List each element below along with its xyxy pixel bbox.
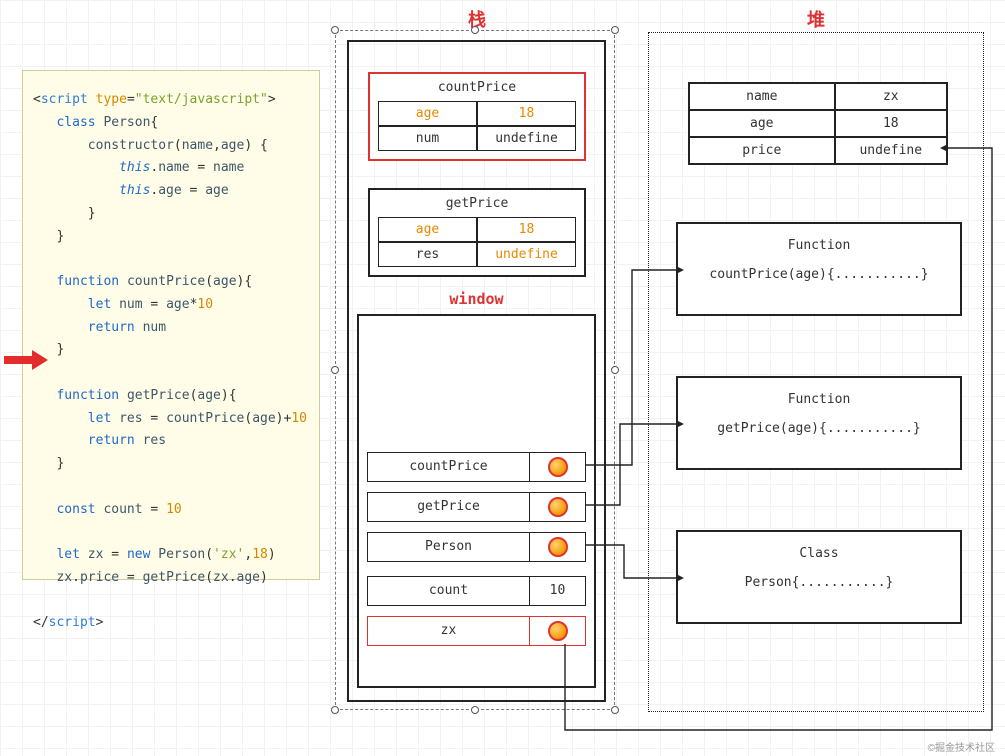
scope-row-getprice: getPrice [367,492,586,522]
window-scope-box: countPrice getPrice Person count 10 zx [357,314,596,688]
heap-box-person-class: Class Person{...........} [676,530,962,624]
var-key: age [378,101,477,126]
var-key: res [378,242,477,267]
var-val: 18 [477,217,576,242]
obj-val: undefine [835,137,947,164]
obj-key: age [689,110,835,137]
heap-box-body: getPrice(age){...........} [686,421,952,436]
scope-var-name: getPrice [368,493,529,521]
scope-row-zx: zx [367,616,586,646]
heap-title: 堆 [648,6,984,32]
reference-dot-icon [548,621,568,641]
code-close-tag: script [49,615,96,630]
scope-row-count: count 10 [367,576,586,606]
obj-val: 18 [835,110,947,137]
selection-handle[interactable] [611,366,619,374]
scope-var-name: zx [368,617,529,645]
code-attr-val: "text/javascript" [135,92,268,107]
scope-ref-cell [529,493,585,521]
stack-frame-title: getPrice [370,190,584,217]
selection-handle[interactable] [471,706,479,714]
scope-ref-cell [529,533,585,561]
heap-box-countprice-fn: Function countPrice(age){...........} [676,222,962,316]
var-val: undefine [477,126,576,151]
selection-handle[interactable] [331,706,339,714]
scope-ref-cell [529,617,585,645]
selection-handle[interactable] [611,706,619,714]
obj-val: zx [835,83,947,110]
reference-dot-icon [548,537,568,557]
scope-var-value: 10 [529,577,585,605]
stack-frame-title: countPrice [370,74,584,101]
scope-var-name: Person [368,533,529,561]
scope-row-countprice: countPrice [367,452,586,482]
heap-object-person: namezx age18 priceundefine [688,82,948,165]
heap-box-title: Function [686,392,952,407]
heap-box-title: Function [686,238,952,253]
selection-handle[interactable] [611,26,619,34]
code-attr: type [96,92,127,107]
selection-handle[interactable] [331,26,339,34]
selection-handle[interactable] [471,26,479,34]
watermark: ©掘金技术社区 [928,739,995,754]
code-panel: <script type="text/javascript"> class Pe… [22,70,320,580]
heap-box-getprice-fn: Function getPrice(age){...........} [676,376,962,470]
scope-ref-cell [529,453,585,481]
window-label: window [347,290,606,308]
scope-var-name: countPrice [368,453,529,481]
heap-box-title: Class [686,546,952,561]
heap-box-body: countPrice(age){...........} [686,267,952,282]
scope-row-person: Person [367,532,586,562]
execution-pointer-arrow [4,352,54,368]
selection-handle[interactable] [331,366,339,374]
var-val: 18 [477,101,576,126]
var-val: undefine [477,242,576,267]
var-key: num [378,126,477,151]
obj-key: price [689,137,835,164]
obj-key: name [689,83,835,110]
reference-dot-icon [548,497,568,517]
stack-frame-countprice: countPrice age 18 num undefine [368,72,586,161]
stack-frame-getprice: getPrice age 18 res undefine [368,188,586,277]
heap-box-body: Person{...........} [686,575,952,590]
var-key: age [378,217,477,242]
code-open-tag: script [41,92,88,107]
reference-dot-icon [548,457,568,477]
scope-var-name: count [368,577,529,605]
